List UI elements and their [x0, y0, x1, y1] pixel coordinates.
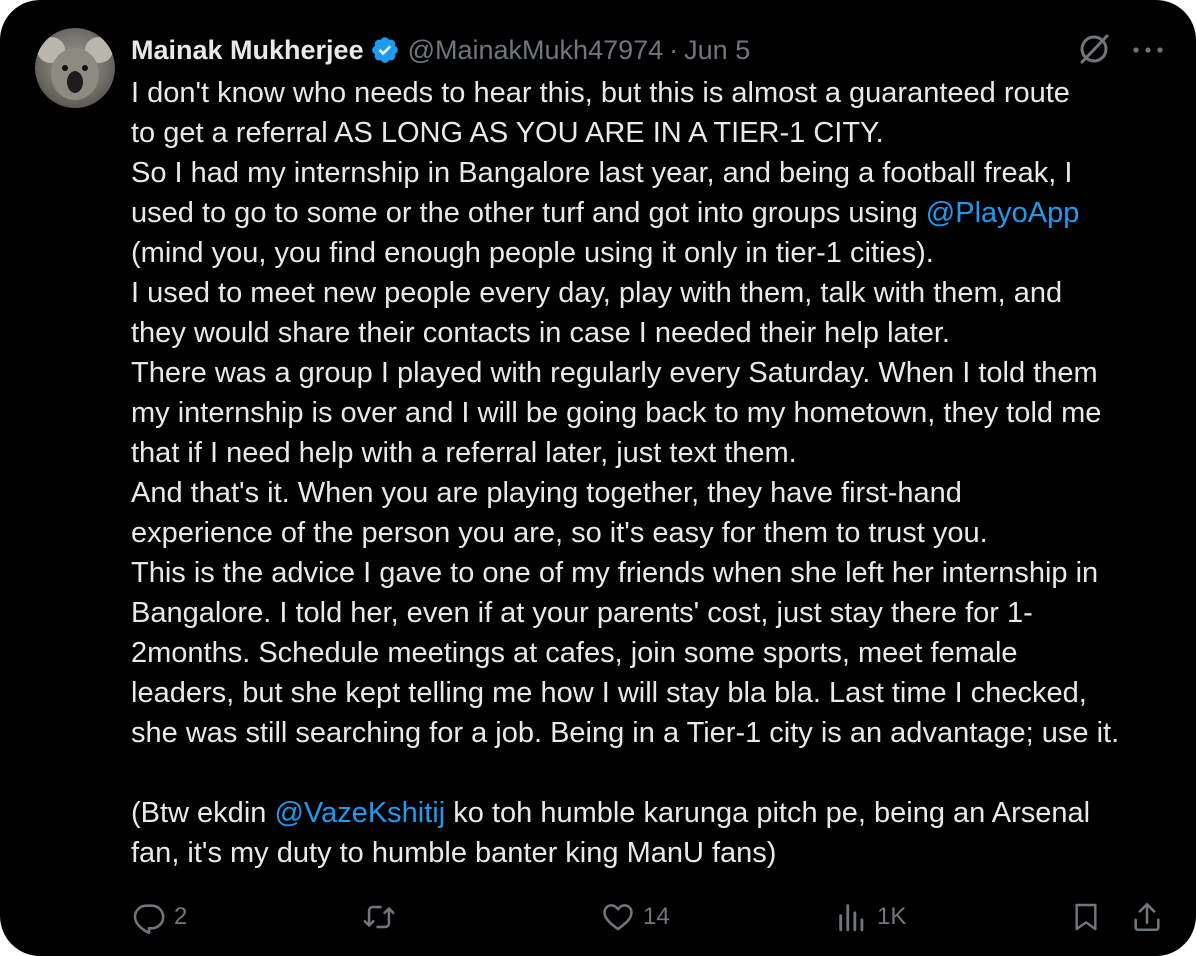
- author-handle[interactable]: @MainakMukh47974: [408, 35, 664, 66]
- tweet-line: There was a group I played with regularl…: [131, 357, 1098, 389]
- like-count: 14: [643, 903, 670, 930]
- tweet-header: Mainak Mukherjee @MainakMukh47974 · Jun …: [131, 30, 750, 70]
- tweet-line: my internship is over and I will be goin…: [131, 397, 1102, 429]
- grok-icon[interactable]: [1077, 32, 1111, 66]
- tweet-line: Bangalore. I told her, even if at your p…: [131, 597, 1033, 629]
- like-button[interactable]: 14: [601, 893, 670, 941]
- tweet-line: And that's it. When you are playing toge…: [131, 477, 962, 509]
- share-icon: [1134, 902, 1160, 932]
- more-options-icon[interactable]: [1130, 40, 1166, 60]
- mention-link-playoapp[interactable]: @PlayoApp: [926, 197, 1080, 229]
- tweet-line: 2months. Schedule meetings at cafes, joi…: [131, 637, 1018, 669]
- retweet-button[interactable]: [360, 893, 398, 941]
- tweet-text: (Btw ekdin: [131, 797, 275, 829]
- mention-link-vazekshitij[interactable]: @VazeKshitij: [274, 797, 445, 829]
- heart-icon: [603, 904, 633, 931]
- bookmark-button[interactable]: [1070, 893, 1102, 941]
- tweet-actions: 2 14 1K: [0, 893, 1196, 941]
- tweet-line: fan, it's my duty to humble banter king …: [131, 837, 777, 869]
- koala-avatar-icon: [37, 37, 113, 100]
- tweet-line: This is the advice I gave to one of my f…: [131, 557, 1099, 589]
- share-button[interactable]: [1130, 893, 1164, 941]
- tweet-line: I don't know who needs to hear this, but…: [131, 77, 1070, 109]
- tweet-line: experience of the person you are, so it'…: [131, 517, 988, 549]
- tweet-card[interactable]: Mainak Mukherjee @MainakMukh47974 · Jun …: [0, 0, 1196, 956]
- views-count: 1K: [877, 903, 907, 930]
- views-button[interactable]: 1K: [835, 893, 906, 941]
- tweet-line: So I had my internship in Bangalore last…: [131, 157, 1073, 189]
- tweet-line: that if I need help with a referral late…: [131, 437, 797, 469]
- views-icon: [839, 904, 864, 932]
- retweet-icon: [363, 905, 395, 929]
- tweet-body: I don't know who needs to hear this, but…: [131, 73, 1181, 873]
- tweet-line: (Btw ekdin @VazeKshitij ko toh humble ka…: [131, 793, 1181, 833]
- header-separator: ·: [669, 34, 679, 65]
- reply-count: 2: [174, 903, 188, 930]
- tweet-line: they would share their contacts in case …: [131, 317, 950, 349]
- tweet-text: ko toh humble karunga pitch pe, being an…: [445, 797, 1091, 829]
- bookmark-icon: [1075, 903, 1097, 931]
- author-avatar[interactable]: [35, 28, 115, 108]
- tweet-line: leaders, but she kept telling me how I w…: [131, 677, 1087, 709]
- reply-icon: [133, 904, 165, 934]
- tweet-line: used to go to some or the other turf and…: [131, 193, 1181, 233]
- tweet-line: she was still searching for a job. Being…: [131, 717, 1120, 749]
- tweet-line: I used to meet new people every day, pla…: [131, 277, 1063, 309]
- reply-button[interactable]: 2: [132, 893, 187, 941]
- verified-badge-icon[interactable]: [370, 35, 400, 65]
- tweet-line: (mind you, you find enough people using …: [131, 237, 934, 269]
- author-name[interactable]: Mainak Mukherjee: [131, 35, 364, 66]
- tweet-text: used to go to some or the other turf and…: [131, 197, 926, 229]
- tweet-date[interactable]: Jun 5: [684, 35, 750, 66]
- tweet-line: to get a referral AS LONG AS YOU ARE IN …: [131, 117, 884, 149]
